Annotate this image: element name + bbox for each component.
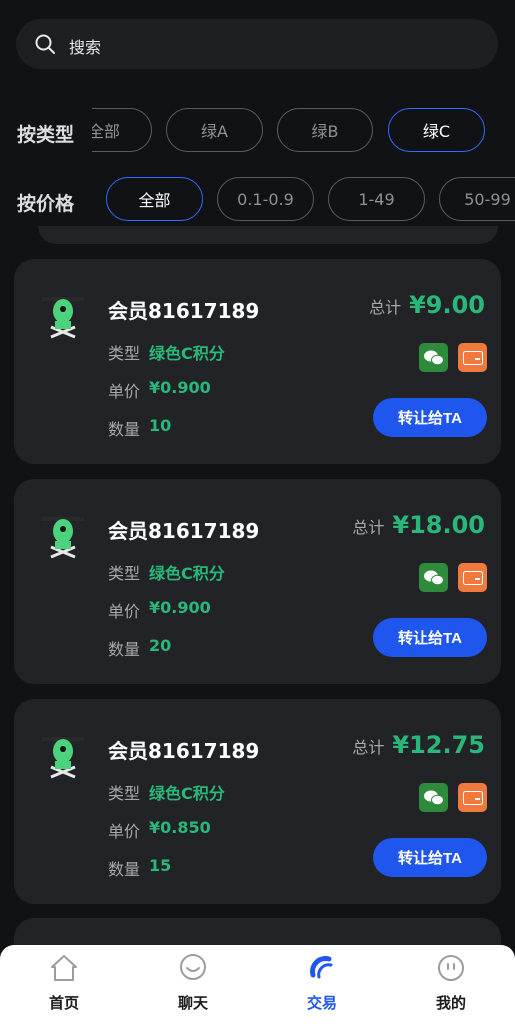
total-value: ¥18.00: [392, 511, 485, 539]
price-chip-all[interactable]: 全部: [106, 177, 203, 221]
type-value: 绿色C积分: [149, 344, 225, 363]
member-name: 会员81617189: [108, 519, 260, 543]
bank-card-icon: [458, 563, 487, 592]
total: 总计 ¥18.00: [352, 511, 485, 539]
price-label: 单价: [108, 382, 141, 401]
bank-card-icon: [458, 343, 487, 372]
type-value: 绿色C积分: [149, 784, 225, 803]
price-label: 单价: [108, 602, 141, 621]
wechat-pay-icon: [419, 783, 448, 812]
chip-label: 绿B: [311, 122, 339, 141]
chip-label: 绿A: [201, 122, 228, 141]
type-chip-all[interactable]: 全部: [92, 108, 152, 152]
type-chip-row: 全部 绿A 绿B 绿C: [92, 108, 515, 154]
total-label: 总计: [352, 518, 385, 537]
avatar: [42, 737, 84, 779]
type-label: 类型: [108, 564, 141, 583]
tab-trade[interactable]: 交易: [258, 945, 386, 1024]
avatar: [42, 517, 84, 559]
qty-label: 数量: [108, 420, 141, 439]
transfer-button[interactable]: 转让给TA: [373, 838, 487, 877]
filter-type-label: 按类型: [17, 124, 75, 146]
tab-chat-label: 聊天: [177, 994, 208, 1012]
type-label: 类型: [108, 784, 141, 803]
price-chip-1-49[interactable]: 1-49: [328, 177, 425, 221]
type-chip-green-c[interactable]: 绿C: [388, 108, 485, 152]
filter-price-label: 按价格: [17, 193, 75, 215]
listing-card-partial: [38, 226, 498, 244]
tab-chat[interactable]: 聊天: [129, 945, 257, 1024]
wechat-pay-icon: [419, 343, 448, 372]
bottom-tab-bar: 首页 聊天 交易 我的: [0, 945, 515, 1024]
total: 总计 ¥12.75: [352, 731, 485, 759]
tab-trade-label: 交易: [306, 994, 337, 1012]
avatar: [42, 297, 84, 339]
tab-profile[interactable]: 我的: [387, 945, 515, 1024]
listing-card[interactable]: 会员81617189 类型 绿色C积分 单价 ¥0.900 数量 20 总计 ¥…: [14, 479, 501, 684]
search-input-placeholder[interactable]: 搜索: [69, 34, 101, 58]
price-value: ¥0.900: [149, 598, 211, 617]
listing-card[interactable]: 会员81617189 类型 绿色C积分 单价 ¥0.850 数量 15 总计 ¥…: [14, 699, 501, 904]
price-value: ¥0.850: [149, 818, 211, 837]
tab-home[interactable]: 首页: [0, 945, 128, 1024]
member-name: 会员81617189: [108, 299, 260, 323]
type-value: 绿色C积分: [149, 564, 225, 583]
bank-card-icon: [458, 783, 487, 812]
chip-label: 1-49: [358, 189, 395, 209]
chip-label: 0.1-0.9: [237, 189, 294, 209]
payment-methods: [419, 783, 487, 812]
price-label: 单价: [108, 822, 141, 841]
transfer-button[interactable]: 转让给TA: [373, 618, 487, 657]
type-chip-green-a[interactable]: 绿A: [166, 108, 263, 152]
chip-label: 全部: [138, 191, 171, 210]
qty-value: 15: [149, 856, 172, 875]
payment-methods: [419, 343, 487, 372]
price-chip-50-99[interactable]: 50-99: [439, 177, 515, 221]
qty-value: 10: [149, 416, 172, 435]
qty-label: 数量: [108, 640, 141, 659]
tab-profile-label: 我的: [435, 994, 466, 1012]
member-name: 会员81617189: [108, 739, 260, 763]
transfer-button[interactable]: 转让给TA: [373, 398, 487, 437]
trade-icon: [310, 956, 333, 979]
chat-icon: [180, 954, 206, 980]
type-label: 类型: [108, 344, 141, 363]
payment-methods: [419, 563, 487, 592]
price-chip-0-1-0-9[interactable]: 0.1-0.9: [217, 177, 314, 221]
total-label: 总计: [352, 738, 385, 757]
qty-value: 20: [149, 636, 172, 655]
profile-icon: [438, 955, 464, 981]
wechat-pay-icon: [419, 563, 448, 592]
search-icon: [35, 34, 55, 54]
total: 总计 ¥9.00: [369, 291, 485, 319]
tab-home-label: 首页: [48, 994, 79, 1012]
chip-label: 绿C: [422, 122, 451, 141]
total-value: ¥9.00: [409, 291, 485, 319]
qty-label: 数量: [108, 860, 141, 879]
total-value: ¥12.75: [392, 731, 485, 759]
listing-card[interactable]: 会员81617189 类型 绿色C积分 单价 ¥0.900 数量 10 总计 ¥…: [14, 259, 501, 464]
total-label: 总计: [369, 298, 402, 317]
chip-label: 全部: [92, 122, 120, 141]
home-icon: [51, 955, 77, 981]
price-chip-row: 全部 0.1-0.9 1-49 50-99: [106, 177, 515, 223]
price-value: ¥0.900: [149, 378, 211, 397]
type-chip-green-b[interactable]: 绿B: [277, 108, 373, 152]
chip-label: 50-99: [464, 189, 511, 209]
